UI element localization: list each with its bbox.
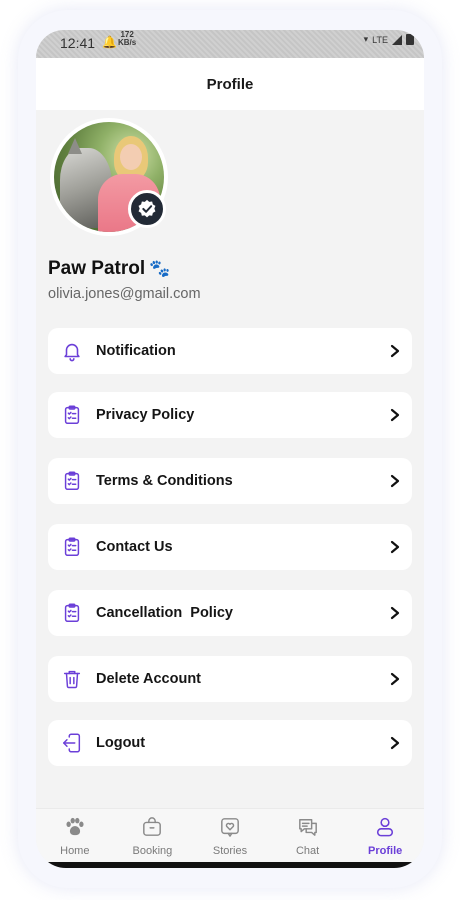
clipboard-list-icon bbox=[50, 602, 94, 624]
nav-item-chat[interactable]: Chat bbox=[273, 809, 343, 864]
status-icons: ▾ LTE bbox=[364, 34, 414, 45]
menu-item-label: Privacy Policy bbox=[96, 407, 195, 423]
page-title: Profile bbox=[206, 75, 254, 93]
menu-item-label: Terms & Conditions bbox=[96, 473, 233, 489]
menu-item-contact-us[interactable]: Contact Us bbox=[48, 524, 412, 570]
menu-item-notification[interactable]: Notification bbox=[48, 328, 412, 374]
status-time: 12:41 bbox=[60, 35, 96, 51]
trash-icon bbox=[50, 668, 94, 690]
network-speed: 172 KB/s bbox=[118, 31, 136, 47]
menu-item-label: Notification bbox=[96, 343, 176, 359]
menu-item-cancellation-policy[interactable]: Cancellation Policy bbox=[48, 590, 412, 636]
menu-item-label: Delete Account bbox=[96, 671, 202, 687]
notification-bell-icon: 🔔 bbox=[102, 35, 117, 49]
menu-item-terms-conditions[interactable]: Terms & Conditions bbox=[48, 458, 412, 504]
chevron-right-icon bbox=[378, 540, 412, 554]
status-bar: 12:41 🔔 172 KB/s ▾ LTE bbox=[36, 30, 424, 58]
nav-label: Chat bbox=[295, 845, 320, 857]
chevron-right-icon bbox=[378, 606, 412, 620]
home-indicator-bar bbox=[46, 862, 414, 868]
app-header: Profile bbox=[36, 58, 424, 110]
bag-icon bbox=[141, 817, 163, 842]
clipboard-list-icon bbox=[50, 470, 94, 492]
nav-item-stories[interactable]: Stories bbox=[195, 809, 265, 864]
menu-item-privacy-policy[interactable]: Privacy Policy bbox=[48, 392, 412, 438]
paw-icon bbox=[64, 817, 86, 842]
logout-icon bbox=[50, 732, 94, 754]
verified-badge-icon bbox=[128, 190, 166, 228]
nav-item-home[interactable]: Home bbox=[40, 809, 110, 864]
chat-icon bbox=[297, 817, 319, 842]
menu-item-delete-account[interactable]: Delete Account bbox=[48, 656, 412, 702]
heart-shield-icon bbox=[219, 817, 241, 842]
nav-label: Booking bbox=[132, 845, 173, 857]
battery-icon bbox=[406, 34, 414, 45]
signal-icon bbox=[392, 34, 402, 45]
menu-item-label: Logout bbox=[96, 735, 146, 751]
nav-label: Stories bbox=[212, 845, 248, 857]
menu-item-label: Cancellation Policy bbox=[96, 605, 233, 621]
profile-name: Paw Patrol 🐾 bbox=[48, 258, 170, 280]
chevron-right-icon bbox=[378, 344, 412, 358]
nav-item-profile[interactable]: Profile bbox=[350, 809, 420, 864]
nav-label: Home bbox=[60, 845, 90, 857]
dog-ear bbox=[68, 138, 82, 154]
nav-item-booking[interactable]: Booking bbox=[117, 809, 187, 864]
menu-item-logout[interactable]: Logout bbox=[48, 720, 412, 766]
person-face bbox=[120, 144, 142, 170]
profile-name-text: Paw Patrol bbox=[48, 258, 146, 279]
clipboard-list-icon bbox=[50, 404, 94, 426]
bottom-nav: Home Booking Stories Chat Profile bbox=[36, 808, 424, 864]
bell-icon bbox=[50, 340, 94, 362]
wifi-icon: ▾ bbox=[363, 34, 369, 44]
lte-label: LTE bbox=[372, 34, 388, 45]
nav-label: Profile bbox=[368, 845, 403, 857]
chevron-right-icon bbox=[378, 736, 412, 750]
chevron-right-icon bbox=[378, 474, 412, 488]
chevron-right-icon bbox=[378, 672, 412, 686]
user-icon bbox=[374, 817, 396, 842]
chevron-right-icon bbox=[378, 408, 412, 422]
clipboard-list-icon bbox=[50, 536, 94, 558]
phone-screen: 12:41 🔔 172 KB/s ▾ LTE Profile Paw Patro… bbox=[36, 30, 424, 868]
network-speed-unit: KB/s bbox=[118, 38, 137, 47]
profile-email: olivia.jones@gmail.com bbox=[48, 286, 201, 302]
paw-emoji-icon: 🐾 bbox=[149, 259, 171, 278]
menu-item-label: Contact Us bbox=[96, 539, 173, 555]
